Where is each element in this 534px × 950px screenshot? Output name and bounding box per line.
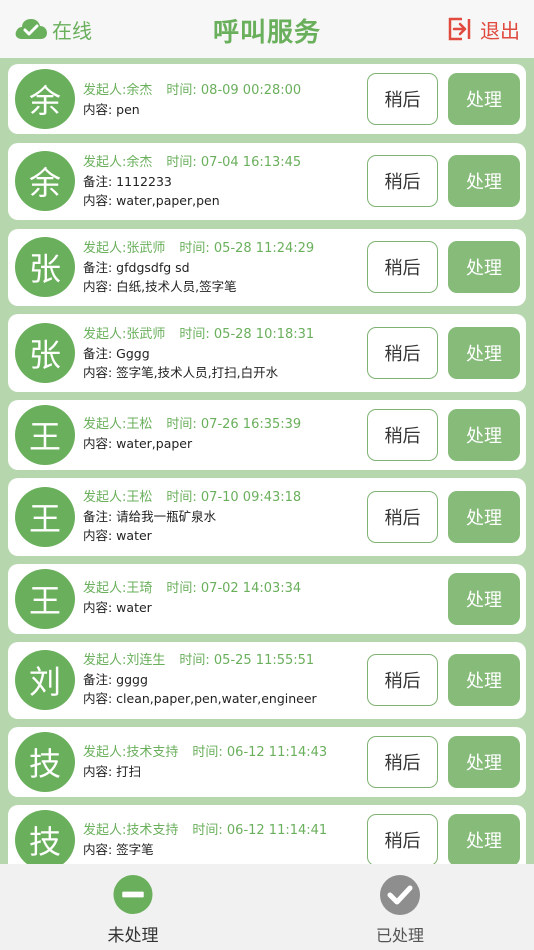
avatar: 余 (15, 151, 75, 211)
request-list[interactable]: 余 发起人:余杰 时间: 08-09 00:28:00 内容: pen 稍后 处理… (0, 58, 534, 864)
content: 内容: water,paper (83, 436, 193, 451)
request-card: 张 发起人:张武师 时间: 05-28 10:18:31 备注: Gggg 内容:… (8, 314, 526, 392)
handle-button[interactable]: 处理 (448, 73, 520, 125)
request-card: 技 发起人:技术支持 时间: 06-12 11:14:43 内容: 打扫 稍后 处… (8, 727, 526, 797)
content: 内容: water (83, 600, 152, 615)
avatar: 余 (15, 69, 75, 129)
later-button[interactable]: 稍后 (367, 491, 438, 543)
logout-icon (448, 17, 471, 41)
time: 时间: 06-12 11:14:43 (192, 745, 328, 760)
minus-circle-icon (113, 874, 153, 915)
handle-button[interactable]: 处理 (448, 241, 520, 293)
avatar: 技 (15, 732, 75, 792)
time: 时间: 06-12 11:14:41 (192, 823, 328, 838)
bottom-tab-bar: 未处理 已处理 (0, 864, 534, 950)
note: 备注: Gggg (83, 346, 150, 361)
sender: 发起人:张武师 (83, 241, 166, 256)
handle-button[interactable]: 处理 (448, 814, 520, 864)
sender: 发起人:技术支持 (83, 745, 179, 760)
time: 时间: 05-25 11:55:51 (179, 653, 315, 668)
later-button[interactable]: 稍后 (367, 814, 438, 864)
content: 内容: pen (83, 102, 140, 117)
handle-button[interactable]: 处理 (448, 736, 520, 788)
sender: 发起人:王琦 (83, 581, 153, 596)
handle-button[interactable]: 处理 (448, 155, 520, 207)
time: 时间: 05-28 10:18:31 (179, 327, 315, 342)
avatar: 王 (15, 487, 75, 547)
time: 时间: 07-02 14:03:34 (166, 581, 302, 596)
handle-button[interactable]: 处理 (448, 654, 520, 706)
request-card: 余 发起人:余杰 时间: 07-04 16:13:45 备注: 1112233 内… (8, 143, 526, 220)
later-button[interactable]: 稍后 (367, 73, 438, 125)
time: 时间: 07-26 16:35:39 (166, 417, 302, 432)
avatar: 张 (15, 323, 75, 383)
request-card: 技 发起人:技术支持 时间: 06-12 11:14:41 内容: 签字笔 稍后 … (8, 805, 526, 864)
request-card: 王 发起人:王松 时间: 07-10 09:43:18 备注: 请给我一瓶矿泉水 … (8, 478, 526, 556)
tab-pending-label: 未处理 (107, 926, 159, 946)
note: 备注: gggg (83, 672, 148, 687)
sender: 发起人:余杰 (83, 83, 153, 98)
content: 内容: 白纸,技术人员,签字笔 (83, 279, 237, 294)
avatar: 王 (15, 569, 75, 629)
request-card: 张 发起人:张武师 时间: 05-28 11:24:29 备注: gfdgsdfg… (8, 229, 526, 306)
time: 时间: 07-04 16:13:45 (166, 155, 302, 170)
check-circle-icon (380, 875, 420, 915)
avatar: 刘 (15, 650, 75, 710)
content: 内容: clean,paper,pen,water,engineer (83, 691, 317, 706)
later-button[interactable]: 稍后 (367, 155, 438, 207)
request-card: 余 发起人:余杰 时间: 08-09 00:28:00 内容: pen 稍后 处理 (8, 64, 526, 134)
later-button[interactable]: 稍后 (367, 241, 438, 293)
later-button[interactable]: 稍后 (367, 736, 438, 788)
handle-button[interactable]: 处理 (448, 409, 520, 461)
sender: 发起人:余杰 (83, 155, 153, 170)
time: 时间: 07-10 09:43:18 (166, 490, 302, 505)
sender: 发起人:刘连生 (83, 653, 166, 668)
handle-button[interactable]: 处理 (448, 573, 520, 625)
avatar: 王 (15, 405, 75, 465)
note: 备注: gfdgsdfg sd (83, 260, 190, 275)
later-button[interactable]: 稍后 (367, 327, 438, 379)
tab-pending[interactable]: 未处理 (73, 874, 193, 946)
later-button[interactable]: 稍后 (367, 409, 438, 461)
sender: 发起人:王松 (83, 417, 153, 432)
logout-label: 退出 (480, 18, 520, 43)
top-bar: 在线 呼叫服务 退出 (0, 0, 534, 58)
sender: 发起人:张武师 (83, 327, 166, 342)
request-card: 刘 发起人:刘连生 时间: 05-25 11:55:51 备注: gggg 内容:… (8, 642, 526, 719)
tab-done[interactable]: 已处理 (340, 874, 460, 946)
sender: 发起人:技术支持 (83, 823, 179, 838)
note: 备注: 1112233 (83, 174, 172, 189)
content: 内容: 打扫 (83, 764, 142, 779)
later-button[interactable]: 稍后 (367, 654, 438, 706)
content: 内容: 签字笔 (83, 842, 154, 857)
tab-done-label: 已处理 (375, 926, 424, 945)
request-card: 王 发起人:王琦 时间: 07-02 14:03:34 内容: water 处理 (8, 564, 526, 634)
note: 备注: 请给我一瓶矿泉水 (83, 509, 217, 524)
sender: 发起人:王松 (83, 490, 153, 505)
handle-button[interactable]: 处理 (448, 327, 520, 379)
avatar: 技 (15, 810, 75, 864)
request-card: 王 发起人:王松 时间: 07-26 16:35:39 内容: water,pap… (8, 400, 526, 470)
time: 时间: 05-28 11:24:29 (179, 241, 315, 256)
content: 内容: water (83, 528, 152, 543)
time: 时间: 08-09 00:28:00 (166, 83, 302, 98)
content: 内容: water,paper,pen (83, 193, 220, 208)
handle-button[interactable]: 处理 (448, 491, 520, 543)
logout-button[interactable]: 退出 (446, 14, 520, 44)
content: 内容: 签字笔,技术人员,打扫,白开水 (83, 365, 279, 380)
avatar: 张 (15, 237, 75, 297)
